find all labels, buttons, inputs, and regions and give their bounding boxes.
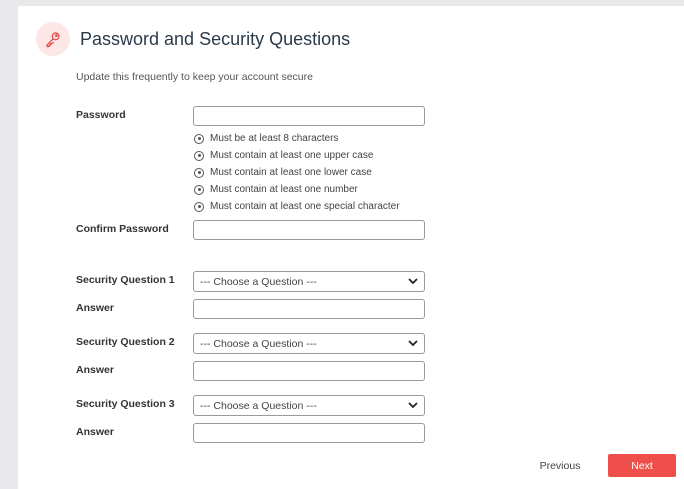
answer-1-label: Answer (76, 302, 114, 314)
security-question-2-label: Security Question 2 (76, 336, 175, 348)
answer-1-input[interactable] (193, 299, 425, 319)
requirement-item: Must contain at least one number (194, 181, 400, 198)
requirement-text: Must be at least 8 characters (210, 133, 339, 144)
page-subtitle: Update this frequently to keep your acco… (76, 71, 313, 83)
select-value: --- Choose a Question --- (200, 399, 317, 412)
select-value: --- Choose a Question --- (200, 275, 317, 288)
requirement-item: Must contain at least one lower case (194, 164, 400, 181)
requirement-item: Must contain at least one special charac… (194, 198, 400, 215)
answer-3-label: Answer (76, 426, 114, 438)
confirm-password-label: Confirm Password (76, 223, 169, 235)
requirement-text: Must contain at least one lower case (210, 167, 372, 178)
previous-button[interactable]: Previous (530, 456, 590, 476)
requirement-text: Must contain at least one special charac… (210, 201, 400, 212)
page-header: Password and Security Questions (36, 22, 350, 56)
page-title: Password and Security Questions (80, 28, 351, 49)
chevron-down-icon (408, 400, 418, 412)
answer-2-input[interactable] (193, 361, 425, 381)
security-question-3-select[interactable]: --- Choose a Question --- (193, 395, 425, 416)
requirement-text: Must contain at least one number (210, 184, 358, 195)
radio-dot-icon (194, 184, 204, 195)
chevron-down-icon (408, 276, 418, 288)
password-input[interactable] (193, 106, 425, 126)
password-requirements: Must be at least 8 characters Must conta… (194, 130, 400, 215)
requirement-item: Must be at least 8 characters (194, 130, 400, 147)
radio-dot-icon (194, 167, 204, 178)
answer-2-label: Answer (76, 364, 114, 376)
requirement-text: Must contain at least one upper case (210, 150, 374, 161)
next-button[interactable]: Next (608, 454, 676, 477)
form-card: Password and Security Questions Update t… (18, 6, 684, 489)
radio-dot-icon (194, 150, 204, 161)
radio-dot-icon (194, 201, 204, 212)
radio-dot-icon (194, 133, 204, 144)
confirm-password-input[interactable] (193, 220, 425, 240)
password-label: Password (76, 109, 126, 121)
security-question-1-label: Security Question 1 (76, 274, 175, 286)
chevron-down-icon (408, 338, 418, 350)
key-icon (36, 22, 70, 56)
security-question-1-select[interactable]: --- Choose a Question --- (193, 271, 425, 292)
select-value: --- Choose a Question --- (200, 337, 317, 350)
security-question-3-label: Security Question 3 (76, 398, 175, 410)
security-question-2-select[interactable]: --- Choose a Question --- (193, 333, 425, 354)
answer-3-input[interactable] (193, 423, 425, 443)
requirement-item: Must contain at least one upper case (194, 147, 400, 164)
